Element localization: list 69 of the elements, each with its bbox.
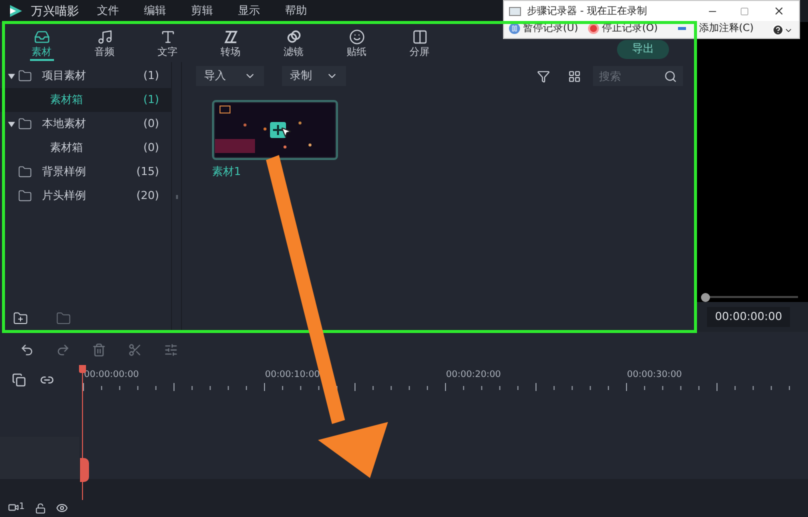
menu-item[interactable]: 文件 xyxy=(91,2,125,20)
adjust-icon[interactable] xyxy=(164,343,178,357)
smiley-icon xyxy=(348,29,364,45)
recorder-button[interactable]: 添加注释(C) xyxy=(676,21,756,36)
track-number: 1 xyxy=(19,500,25,514)
timecode: 00:00:00:00 xyxy=(707,306,790,328)
ruler-time: 00:00:20:00 xyxy=(446,369,502,382)
split-screen-icon xyxy=(412,29,428,45)
tree-item[interactable]: 项目素材 (1) xyxy=(0,64,171,88)
folder-icon xyxy=(18,189,32,203)
tree-item[interactable]: 素材箱 (0) xyxy=(0,136,171,160)
text-icon xyxy=(160,29,176,45)
import-dropdown[interactable]: 导入 xyxy=(196,66,264,86)
folder-icon xyxy=(18,69,32,83)
add-track-icon[interactable] xyxy=(12,373,26,387)
cursor-icon xyxy=(280,126,292,138)
tab[interactable]: 分屏 xyxy=(388,29,451,62)
search-icon xyxy=(664,70,677,83)
tab[interactable]: 转场 xyxy=(199,29,262,62)
close-icon[interactable] xyxy=(773,5,785,17)
window-icon xyxy=(509,6,521,16)
lock-icon[interactable] xyxy=(34,503,46,514)
collapse-handle-icon[interactable] xyxy=(176,195,178,199)
ruler-time: 00:00:00:00 xyxy=(84,369,140,382)
pause-icon xyxy=(509,23,520,34)
menu-item[interactable]: 显示 xyxy=(232,2,266,20)
app-logo-icon xyxy=(9,4,23,18)
undo-icon[interactable] xyxy=(20,343,34,357)
expanded-triangle-icon[interactable] xyxy=(8,72,14,80)
redo-icon[interactable] xyxy=(56,343,70,357)
tab[interactable]: 贴纸 xyxy=(325,29,388,62)
tree-item[interactable]: 素材箱 (1) xyxy=(0,88,171,112)
ruler-time: 00:00:10:00 xyxy=(265,369,321,382)
note-icon xyxy=(678,27,686,30)
slider-thumb[interactable] xyxy=(701,292,710,302)
tree-item[interactable]: 背景样例 (15) xyxy=(0,160,171,184)
tab[interactable]: 滤镜 xyxy=(262,29,325,62)
menu-item[interactable]: 剪辑 xyxy=(185,2,219,20)
zigzag-icon xyxy=(222,29,238,45)
folder-icon xyxy=(18,117,32,131)
delete-icon[interactable] xyxy=(92,343,106,357)
tree-item[interactable]: 本地素材 (0) xyxy=(0,112,171,136)
expanded-triangle-icon[interactable] xyxy=(8,120,14,128)
media-label: 素材1 xyxy=(212,164,242,180)
record-stop-icon xyxy=(588,23,600,34)
tray-icon xyxy=(34,29,50,45)
tab[interactable]: 文字 xyxy=(136,29,199,62)
menu-item[interactable]: 帮助 xyxy=(279,2,313,20)
search-field[interactable]: 搜索 xyxy=(593,66,683,86)
window-title: 步骤记录器 - 现在正在录制 xyxy=(527,4,647,18)
new-folder-icon[interactable] xyxy=(13,311,28,326)
export-button[interactable]: 导出 xyxy=(617,40,669,59)
help-icon[interactable] xyxy=(772,24,784,36)
filter-icon[interactable] xyxy=(537,70,550,82)
scissors-icon[interactable] xyxy=(128,343,142,357)
app-name: 万兴喵影 xyxy=(31,3,79,20)
folder-icon[interactable] xyxy=(56,311,71,326)
record-dropdown[interactable]: 录制 xyxy=(282,66,346,86)
tab[interactable]: 音频 xyxy=(73,29,136,62)
folder-icon xyxy=(18,165,32,179)
music-note-icon xyxy=(96,29,112,45)
video-track-icon xyxy=(8,502,19,513)
tab[interactable]: 素材 xyxy=(10,29,73,62)
grid-view-icon[interactable] xyxy=(568,70,581,82)
eye-icon[interactable] xyxy=(56,502,68,514)
rings-icon xyxy=(286,29,302,45)
ruler-time: 00:00:30:00 xyxy=(627,369,683,382)
tree-item[interactable]: 片头样例 (20) xyxy=(0,184,171,208)
menu-item[interactable]: 编辑 xyxy=(138,2,172,20)
